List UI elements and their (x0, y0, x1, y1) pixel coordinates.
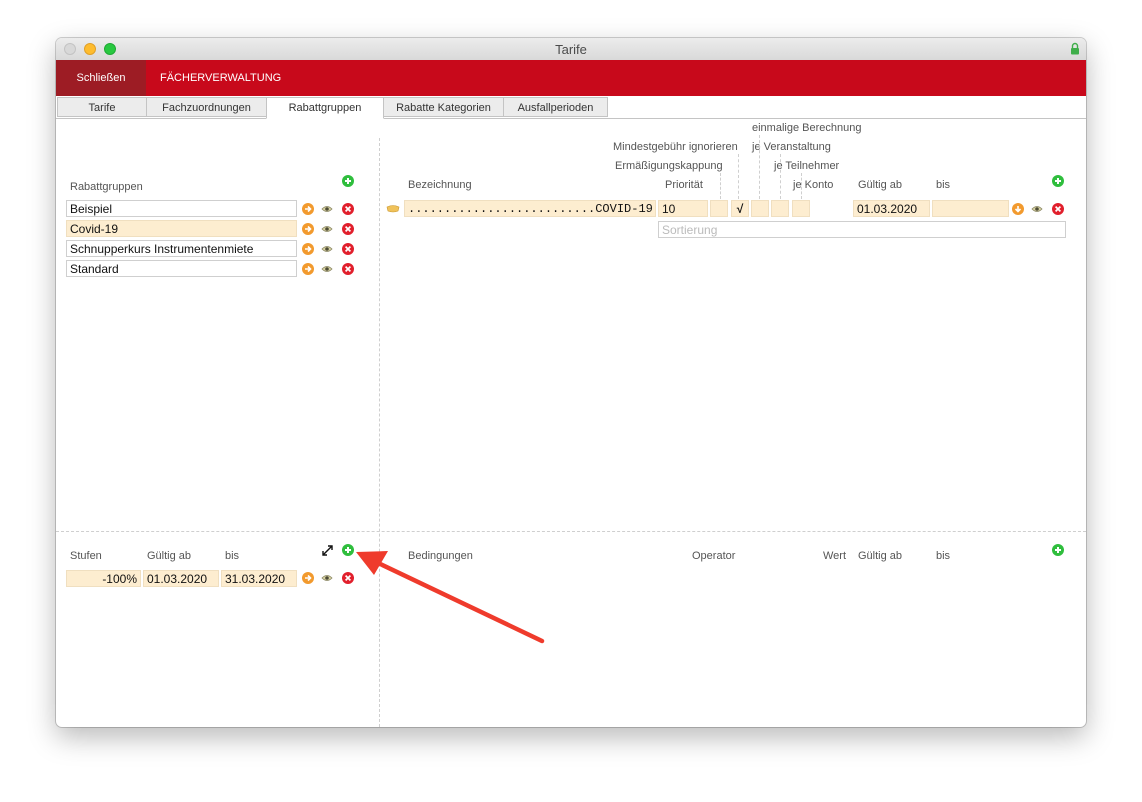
sortierung-field[interactable]: Sortierung (658, 221, 1066, 238)
header-leader-line (801, 173, 802, 199)
je-teilnehmer-header: je Teilnehmer (774, 160, 840, 172)
rabattgruppe-row[interactable]: Covid-19 (66, 220, 297, 237)
add-rabatt-icon[interactable] (1052, 175, 1064, 187)
je-konto-header: je Konto (793, 179, 834, 191)
expand-icon[interactable] (321, 544, 334, 557)
window-title: Tarife (555, 42, 587, 57)
header-leader-line (720, 173, 721, 199)
tab-bar: Tarife Fachzuordnungen Rabattgruppen Rab… (56, 96, 1086, 119)
bezeichnung-header: Bezeichnung (408, 179, 472, 191)
delete-icon[interactable] (342, 223, 354, 235)
rabattgruppen-header: Rabattgruppen (70, 181, 143, 193)
delete-icon[interactable] (342, 243, 354, 255)
bis-field[interactable] (932, 200, 1009, 217)
tab-rabattgruppen[interactable]: Rabattgruppen (266, 97, 384, 119)
einmalige-berechnung-header: einmalige Berechnung (752, 122, 862, 134)
tab-fachzuordnungen[interactable]: Fachzuordnungen (146, 97, 267, 117)
title-bar: Tarife (56, 38, 1086, 61)
delete-icon[interactable] (342, 263, 354, 275)
tab-rabatte-kategorien[interactable]: Rabatte Kategorien (383, 97, 504, 117)
stufen-header: Stufen (70, 550, 102, 562)
eye-icon[interactable] (1031, 203, 1043, 215)
faecherverwaltung-button[interactable]: FÄCHERVERWALTUNG (146, 60, 295, 96)
arrow-right-icon[interactable] (302, 263, 314, 275)
header-leader-line (759, 135, 760, 199)
main-toolbar: Schließen FÄCHERVERWALTUNG (56, 60, 1086, 96)
rabattgruppe-row[interactable]: Schnupperkurs Instrumentenmiete (66, 240, 297, 257)
tab-tarife[interactable]: Tarife (57, 97, 147, 117)
einmalige-berechnung-checkbox[interactable] (751, 200, 769, 217)
tarife-window: Tarife Schließen FÄCHERVERWALTUNG Tarife… (56, 38, 1086, 727)
horizontal-divider (56, 531, 1086, 532)
eye-icon[interactable] (321, 263, 333, 275)
operator-header: Operator (692, 550, 736, 562)
header-leader-line (780, 154, 781, 199)
stufe-bis-field[interactable]: 31.03.2020 (221, 570, 297, 587)
bedingungen-bis-header: bis (936, 550, 951, 562)
ermaessigungskappung-header: Ermäßigungskappung (615, 160, 723, 172)
rabattgruppe-row[interactable]: Standard (66, 260, 297, 277)
arrow-down-icon[interactable] (1012, 203, 1024, 215)
je-veranstaltung-checkbox[interactable] (771, 200, 789, 217)
header-leader-line (738, 154, 739, 199)
eye-icon[interactable] (321, 203, 333, 215)
stufe-value-field[interactable]: -100% (66, 570, 141, 587)
gueltig-ab-field[interactable]: 01.03.2020 (853, 200, 930, 217)
arrow-right-icon[interactable] (302, 572, 314, 584)
bis-header: bis (936, 179, 951, 191)
annotation-arrow (356, 551, 545, 644)
eye-icon[interactable] (321, 243, 333, 255)
stufe-gueltig-ab-field[interactable]: 01.03.2020 (143, 570, 219, 587)
delete-icon[interactable] (1052, 203, 1064, 215)
drag-handle-icon[interactable] (386, 204, 400, 213)
stufen-bis-header: bis (225, 550, 240, 562)
wert-header: Wert (823, 550, 847, 562)
close-button[interactable]: Schließen (56, 60, 146, 96)
prioritaet-header: Priorität (665, 179, 703, 191)
lock-icon (1071, 42, 1079, 55)
mindestgebuehr-header: Mindestgebühr ignorieren (613, 141, 738, 153)
eye-icon[interactable] (321, 223, 333, 235)
stufen-gueltig-ab-header: Gültig ab (147, 550, 192, 562)
bedingungen-gueltig-ab-header: Gültig ab (858, 550, 903, 562)
arrow-right-icon[interactable] (302, 223, 314, 235)
arrow-right-icon[interactable] (302, 243, 314, 255)
rabattgruppe-row[interactable]: Beispiel (66, 200, 297, 217)
je-veranstaltung-header: je Veranstaltung (752, 141, 831, 153)
add-bedingung-icon[interactable] (1052, 544, 1064, 556)
je-teilnehmer-checkbox[interactable] (792, 200, 810, 217)
gueltig-ab-header: Gültig ab (858, 179, 903, 191)
delete-icon[interactable] (342, 203, 354, 215)
prioritaet-field[interactable]: 10 (658, 200, 708, 217)
mindestgebuehr-checkbox[interactable]: √ (731, 200, 749, 217)
bezeichnung-field[interactable]: ..........................COVID-19 (404, 200, 656, 217)
add-rabattgruppe-icon[interactable] (342, 175, 354, 187)
arrow-right-icon[interactable] (302, 203, 314, 215)
ermaessigungskappung-checkbox[interactable] (710, 200, 728, 217)
eye-icon[interactable] (321, 572, 333, 584)
tab-ausfallperioden[interactable]: Ausfallperioden (503, 97, 608, 117)
